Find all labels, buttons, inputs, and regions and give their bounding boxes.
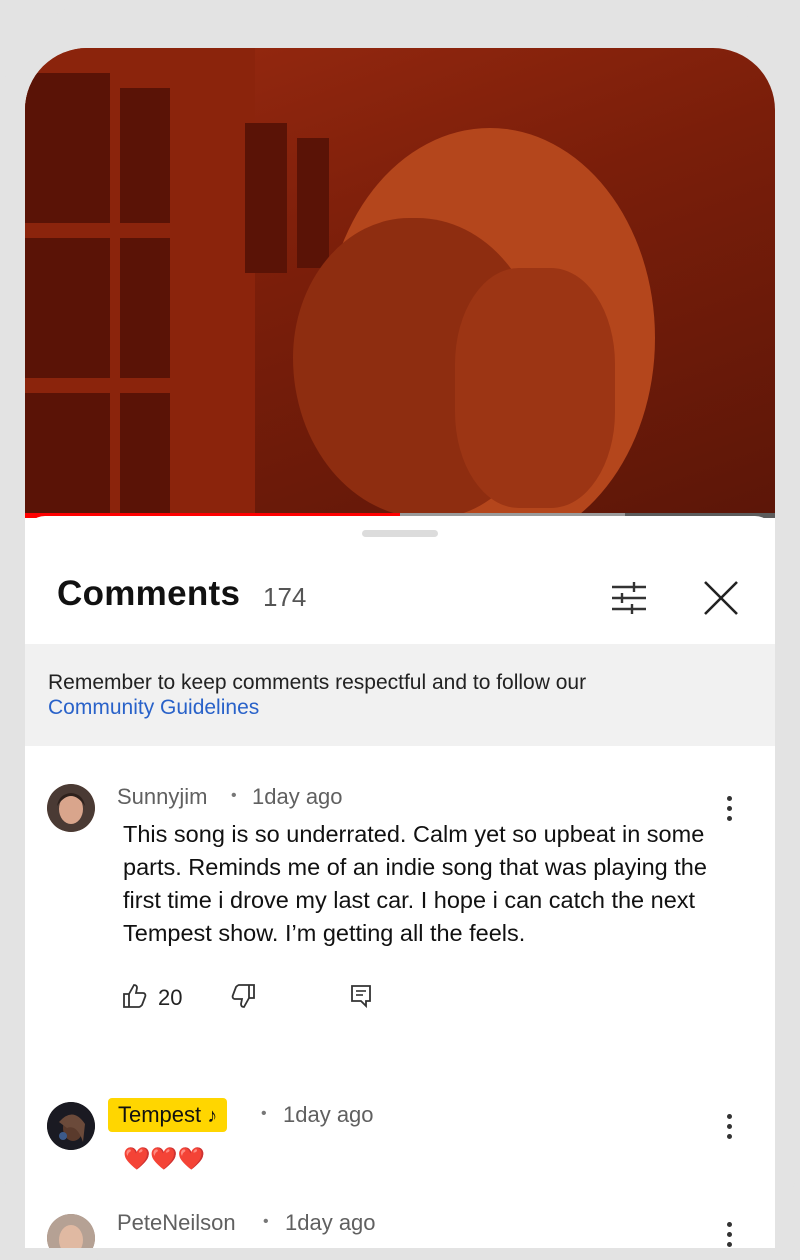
like-count: 20 <box>158 985 183 1010</box>
separator-dot: • <box>231 787 237 804</box>
window-pane <box>25 73 110 223</box>
comments-sheet: Comments 174 Remember to keep comments r… <box>25 516 775 1248</box>
creator-badge[interactable]: Tempest ♪ <box>108 1098 228 1132</box>
person-hand <box>455 268 615 508</box>
comment-text: This song is so underrated. Calm yet so … <box>123 821 707 946</box>
window-pane <box>245 123 287 273</box>
close-icon[interactable] <box>699 576 743 620</box>
filter-sliders-icon[interactable] <box>607 576 651 620</box>
guidelines-banner: Remember to keep comments respectful and… <box>25 644 775 746</box>
drag-handle[interactable] <box>362 530 438 537</box>
thumbs-up-icon[interactable] <box>120 981 150 1011</box>
comment-author[interactable]: PeteNeilson <box>117 1210 236 1236</box>
avatar[interactable] <box>47 1102 95 1150</box>
comment-time: 1day ago <box>283 1102 374 1127</box>
avatar[interactable] <box>47 1214 95 1248</box>
video-player[interactable] <box>25 48 775 518</box>
avatar[interactable] <box>47 784 95 832</box>
music-note-icon: ♪ <box>207 1105 218 1127</box>
comment-time: 1day ago <box>285 1210 376 1235</box>
phone-frame: Comments 174 Remember to keep comments r… <box>0 0 800 1260</box>
separator-dot: • <box>263 1213 269 1230</box>
comments-count: 174 <box>263 582 307 612</box>
comments-title: Comments <box>57 574 241 613</box>
window-pane <box>120 238 170 378</box>
separator-dot: • <box>261 1105 267 1122</box>
more-options-icon[interactable] <box>721 1114 737 1144</box>
window-pane <box>120 88 170 223</box>
comment-actions: 20 <box>120 981 380 1015</box>
community-guidelines-link[interactable]: Community Guidelines <box>48 696 259 720</box>
more-options-icon[interactable] <box>721 1222 737 1248</box>
window-pane <box>25 393 110 518</box>
window-pane <box>25 238 110 378</box>
comment-time: 1day ago <box>252 784 343 809</box>
window-pane <box>120 393 170 518</box>
window-pane <box>297 138 329 268</box>
banner-text: Remember to keep comments respectful and… <box>48 671 587 694</box>
comment-author: Tempest <box>118 1102 202 1127</box>
reply-icon[interactable] <box>346 981 376 1011</box>
comment-text: ❤️❤️❤️ <box>123 1146 206 1171</box>
comment-author[interactable]: Sunnyjim <box>117 784 207 810</box>
thumbs-down-icon[interactable] <box>228 981 258 1011</box>
screen: Comments 174 Remember to keep comments r… <box>25 48 775 1248</box>
